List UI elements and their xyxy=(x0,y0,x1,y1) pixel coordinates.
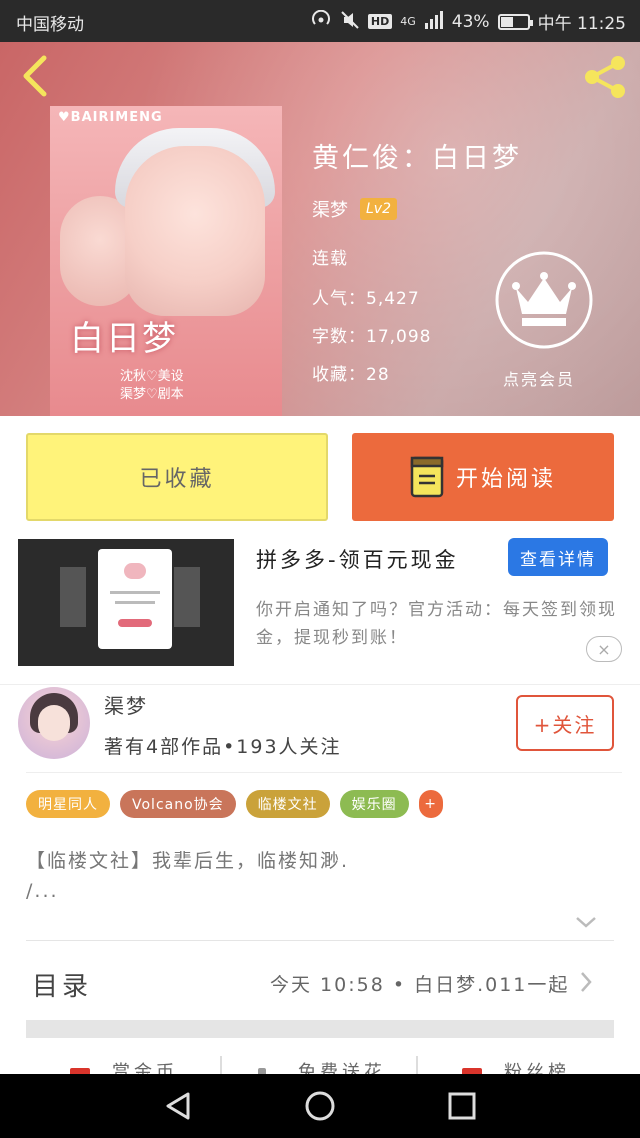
author-name[interactable]: 渠梦 xyxy=(104,690,148,719)
intro-line-1: 【临楼文社】我辈后生，临楼知渺. xyxy=(26,850,350,872)
book-cover[interactable]: ♥BAIRIMENG 白日梦 沈秋♡美设 渠梦♡剧本 xyxy=(50,106,282,416)
more-tags-button[interactable]: + xyxy=(418,790,443,818)
tab-free-flowers[interactable]: 免费送花 xyxy=(298,1058,386,1074)
tab-separator xyxy=(416,1056,418,1074)
book-status: 连载 xyxy=(312,249,348,269)
section-spacer xyxy=(26,1020,614,1038)
intro-line-2: /... xyxy=(26,880,59,902)
ad-thumb-line xyxy=(110,591,160,594)
system-nav-bar xyxy=(0,1074,640,1138)
back-button[interactable] xyxy=(16,54,56,98)
triangle-back-icon xyxy=(166,1092,190,1120)
battery-icon xyxy=(497,13,533,30)
book-popularity: 人气：5,427 xyxy=(312,289,420,309)
avatar-face xyxy=(38,705,70,741)
ad-detail-button[interactable]: 查看详情 xyxy=(508,538,608,576)
book-icon xyxy=(410,456,444,498)
toc-label[interactable]: 目录 xyxy=(32,966,92,1003)
hd-badge: HD xyxy=(367,14,393,29)
toc-latest-chapter[interactable]: 今天 10:58 • 白日梦.011一起 xyxy=(270,970,569,997)
tab-fans-rank[interactable]: 粉丝榜 xyxy=(504,1058,570,1074)
tag-list: 明星同人 Volcano协会 临楼文社 娱乐圈 + xyxy=(26,790,443,818)
carrier-name: 中国移动 xyxy=(16,15,84,35)
network-type: 4G xyxy=(400,15,416,28)
tab-reward[interactable]: 赏金币 xyxy=(112,1058,178,1074)
tag-item[interactable]: 娱乐圈 xyxy=(339,790,409,818)
ad-thumb-side-right xyxy=(174,567,200,627)
ad-thumb-illustration xyxy=(124,563,146,579)
toc-open-button[interactable] xyxy=(578,970,594,994)
cover-figure-face xyxy=(125,146,265,316)
status-icons: HD 4G 43% 中午 11:25 xyxy=(310,9,626,34)
book-collections: 收藏：28 xyxy=(312,365,390,385)
ad-thumb-line xyxy=(115,601,155,604)
divider xyxy=(26,772,622,773)
square-recents-icon xyxy=(448,1092,476,1120)
chevron-right-icon xyxy=(581,972,592,992)
share-icon xyxy=(585,56,625,98)
close-icon: × xyxy=(597,639,611,659)
nav-recents-button[interactable] xyxy=(444,1088,480,1124)
book-word-count: 字数：17,098 xyxy=(312,327,432,347)
expand-button[interactable] xyxy=(574,914,598,930)
ad-thumb-card xyxy=(98,549,172,649)
ad-image[interactable] xyxy=(18,539,234,666)
book-intro[interactable]: 【临楼文社】我辈后生，临楼知渺. /... xyxy=(26,846,616,906)
follow-button[interactable]: +关注 xyxy=(516,695,614,751)
battery-percent: 43% xyxy=(451,11,490,32)
vip-label[interactable]: 点亮会员 xyxy=(503,366,575,390)
circle-home-icon xyxy=(305,1091,335,1121)
mute-icon xyxy=(340,10,360,34)
signal-icon xyxy=(424,10,444,33)
tag-item[interactable]: 明星同人 xyxy=(26,790,110,818)
bottom-action-tabs: 赏金币 免费送花 粉丝榜 xyxy=(26,1056,614,1076)
author-avatar[interactable] xyxy=(18,687,90,759)
divider xyxy=(26,940,614,941)
divider xyxy=(0,684,640,685)
ad-title[interactable]: 拼多多-领百元现金 xyxy=(256,544,459,574)
author-name-header[interactable]: 渠梦 xyxy=(312,196,348,222)
clock: 中午 11:25 xyxy=(537,14,626,34)
ad-thumb-button xyxy=(118,619,152,627)
book-title: 黄仁俊：白日梦 xyxy=(312,143,522,174)
hotspot-icon xyxy=(310,9,332,34)
vip-button[interactable] xyxy=(494,250,594,350)
crown-icon xyxy=(495,251,593,349)
author-stats: 著有4部作品•193人关注 xyxy=(104,736,342,758)
nav-home-button[interactable] xyxy=(302,1088,338,1124)
chevron-down-icon xyxy=(576,917,596,928)
nav-back-button[interactable] xyxy=(160,1088,196,1124)
tag-item[interactable]: Volcano协会 xyxy=(120,790,236,818)
level-badge: Lv2 xyxy=(360,198,397,220)
ad-thumb-side-left xyxy=(60,567,86,627)
book-header: ♥BAIRIMENG 白日梦 沈秋♡美设 渠梦♡剧本 黄仁俊：白日梦 渠梦 Lv… xyxy=(0,42,640,416)
share-button[interactable] xyxy=(580,54,630,100)
tag-item[interactable]: 临楼文社 xyxy=(245,790,330,818)
start-reading-button[interactable]: 开始阅读 xyxy=(352,433,614,521)
favorited-label: 已收藏 xyxy=(139,467,215,492)
author-line: 渠梦 Lv2 xyxy=(312,196,397,222)
favorited-button[interactable]: 已收藏 xyxy=(26,433,328,521)
cover-title-art: 白日梦 xyxy=(70,319,178,359)
chevron-left-icon xyxy=(23,55,47,97)
cover-credits: 沈秋♡美设 渠梦♡剧本 xyxy=(120,368,184,404)
cover-credit-1: 沈秋♡美设 xyxy=(120,369,184,384)
cover-brand: ♥BAIRIMENG xyxy=(58,110,163,125)
ad-description[interactable]: 你开启通知了吗？官方活动：每天签到领现金，提现秒到账！ xyxy=(256,596,626,652)
tab-separator xyxy=(220,1056,222,1074)
start-reading-label: 开始阅读 xyxy=(455,467,556,492)
cover-credit-2: 渠梦♡剧本 xyxy=(120,387,184,402)
status-bar: 中国移动 HD 4G 43% 中午 11:25 xyxy=(0,0,640,42)
ad-close-button[interactable]: × xyxy=(586,636,622,662)
